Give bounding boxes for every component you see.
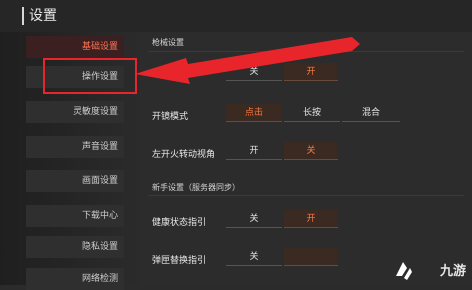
annotation-arrow — [135, 37, 360, 84]
arrow-shape — [135, 37, 360, 84]
watermark-text: 九游 — [439, 264, 466, 279]
brand-logo-icon — [396, 262, 412, 280]
